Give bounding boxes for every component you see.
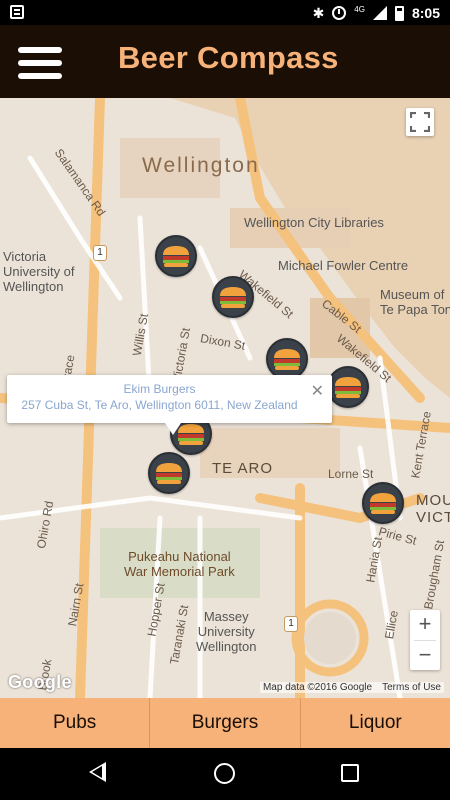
hamburger-menu-icon[interactable] — [18, 47, 62, 81]
close-icon[interactable]: ✕ — [311, 381, 324, 401]
attribution-text: Map data ©2016 Google — [262, 682, 373, 693]
status-bar: ✱ 4G 8:05 — [0, 0, 450, 25]
fullscreen-icon — [410, 112, 430, 132]
back-icon[interactable] — [89, 762, 106, 782]
recents-icon[interactable] — [341, 764, 359, 782]
area-te-aro: TE ARO — [212, 460, 274, 477]
bluetooth-icon: ✱ — [312, 5, 325, 21]
burger-pin-selected[interactable] — [148, 452, 190, 494]
map-attribution: Map data ©2016 Google Terms of Use — [259, 682, 444, 693]
zoom-control: + − — [410, 610, 440, 670]
burger-icon — [274, 349, 300, 370]
city-label: Wellington — [142, 154, 260, 177]
category-tabs: Pubs Burgers Liquor — [0, 698, 450, 748]
poi-michael-fowler: Michael Fowler Centre — [278, 258, 409, 273]
burger-icon — [163, 246, 189, 267]
info-window[interactable]: Ekim Burgers 257 Cuba St, Te Aro, Wellin… — [7, 375, 332, 435]
info-window-title: Ekim Burgers — [123, 382, 196, 396]
notification-icon — [10, 5, 24, 19]
burger-icon — [220, 287, 246, 308]
poi-pukeahu: Pukeahu National War Memorial Park — [124, 549, 235, 579]
poi-victoria-university: Victoria University of Wellington — [3, 249, 75, 294]
burger-icon — [335, 377, 361, 398]
area-mount-victoria: MOUNT VICT — [416, 492, 450, 527]
burger-icon — [156, 463, 182, 484]
home-icon[interactable] — [214, 763, 235, 784]
zoom-out-button[interactable]: − — [410, 641, 440, 671]
map-view[interactable]: Wellington Wellington City Libraries Mic… — [0, 98, 450, 698]
fullscreen-button[interactable] — [406, 108, 434, 136]
burger-pin[interactable] — [155, 235, 197, 277]
system-nav-bar — [0, 748, 450, 800]
burger-pin[interactable] — [266, 338, 308, 380]
burger-pin[interactable] — [362, 482, 404, 524]
terms-link[interactable]: Terms of Use — [382, 682, 441, 693]
network-type-label: 4G — [354, 4, 365, 14]
google-logo: Google — [8, 672, 72, 692]
burger-pin[interactable] — [212, 276, 254, 318]
info-window-address: 257 Cuba St, Te Aro, Wellington 6011, Ne… — [21, 398, 298, 412]
app-title: Beer Compass — [118, 40, 339, 75]
route-shield: 1 — [284, 616, 298, 632]
burger-pin[interactable] — [327, 366, 369, 408]
zoom-in-button[interactable]: + — [410, 610, 440, 640]
poi-library: Wellington City Libraries — [244, 215, 384, 230]
burger-icon — [370, 493, 396, 514]
route-shield: 1 — [93, 245, 107, 261]
tab-burgers[interactable]: Burgers — [150, 698, 301, 748]
clock: 8:05 — [411, 5, 440, 21]
poi-museum: Museum of Te Papa Tongarewa — [380, 287, 450, 317]
alarm-icon — [332, 6, 347, 20]
app-bar: Beer Compass — [0, 25, 450, 98]
signal-icon — [372, 6, 387, 20]
tab-liquor[interactable]: Liquor — [301, 698, 450, 748]
poi-massey: Massey University Wellington — [196, 609, 257, 654]
battery-icon — [394, 5, 404, 21]
street-lorne: Lorne St — [328, 467, 374, 481]
status-icons: ✱ 4G 8:05 — [313, 4, 440, 22]
tab-pubs[interactable]: Pubs — [0, 698, 151, 748]
